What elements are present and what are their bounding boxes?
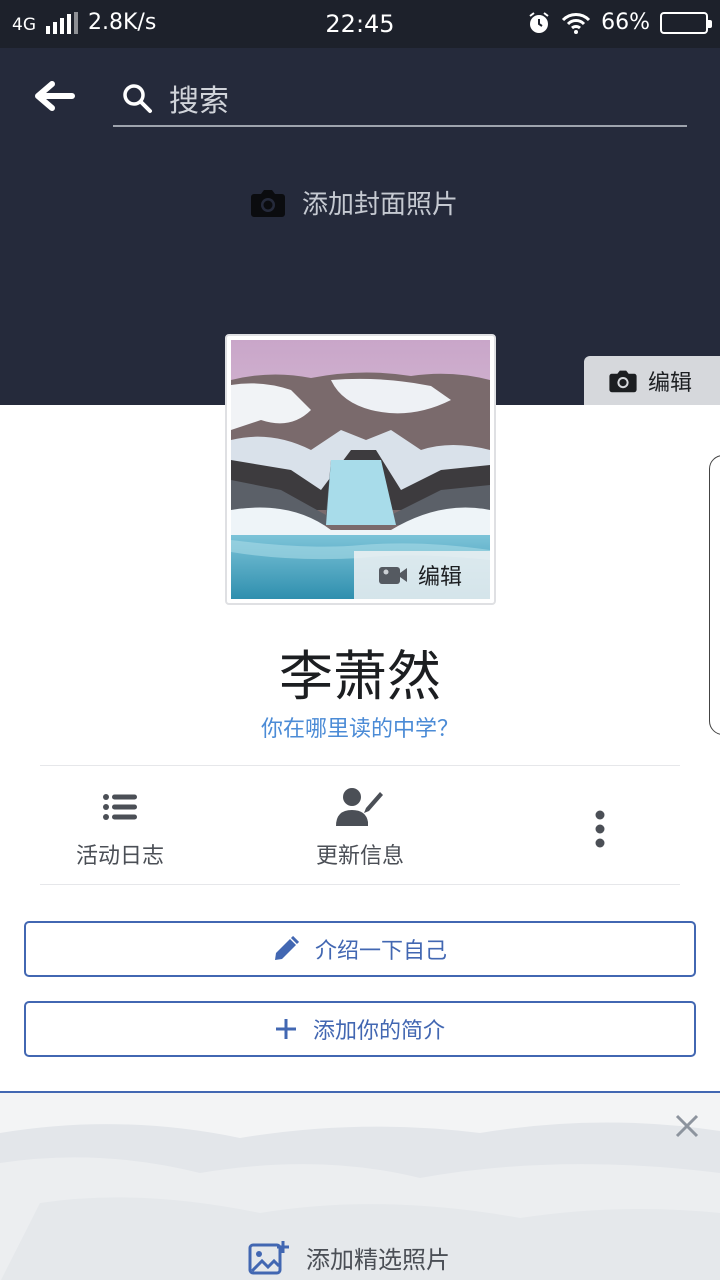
add-cover-photo-button[interactable]: 添加封面照片	[250, 184, 458, 221]
update-info-label: 更新信息	[315, 844, 404, 869]
add-cover-label: 添加封面照片	[302, 190, 459, 220]
add-featured-photos-button[interactable]: 添加精选照片	[248, 1239, 450, 1275]
edit-cover-button[interactable]: 编辑	[584, 356, 720, 405]
more-options-button[interactable]	[480, 766, 720, 884]
activity-log-button[interactable]: 活动日志	[0, 766, 240, 884]
search-bar[interactable]: 搜索	[113, 70, 687, 127]
add-bio-button[interactable]: 添加你的简介	[24, 1001, 696, 1057]
profile-actions: 活动日志 更新信息	[0, 766, 720, 884]
status-bar: 4G 2.8K/s 22:45 66%	[0, 0, 720, 48]
back-arrow-icon[interactable]	[32, 78, 78, 114]
profile-photo-image: 编辑	[231, 340, 490, 599]
add-photo-icon	[248, 1241, 289, 1275]
introduce-yourself-button[interactable]: 介绍一下自己	[24, 921, 696, 977]
camera-icon	[609, 370, 637, 392]
profile-picture[interactable]: 编辑	[225, 334, 496, 605]
profile-name: 李萧然	[279, 645, 441, 708]
more-vertical-icon	[595, 810, 605, 848]
search-input[interactable]: 搜索	[169, 76, 229, 120]
pencil-icon	[274, 936, 299, 960]
introduce-label: 介绍一下自己	[314, 939, 447, 964]
add-school-link[interactable]: 你在哪里读的中学？	[0, 711, 720, 743]
person-edit-icon	[336, 788, 383, 826]
update-info-button[interactable]: 更新信息	[240, 766, 480, 884]
battery-percent: 66%	[601, 10, 650, 35]
add-featured-label: 添加精选照片	[306, 1245, 450, 1274]
close-icon[interactable]	[674, 1113, 700, 1139]
activity-log-label: 活动日志	[75, 844, 164, 869]
edit-profile-photo-button[interactable]: 编辑	[354, 551, 490, 599]
alarm-icon	[529, 11, 549, 33]
list-icon	[103, 794, 137, 820]
battery-icon	[660, 11, 712, 34]
wifi-icon	[562, 12, 591, 34]
search-icon	[123, 84, 152, 113]
featured-photos-card: 添加精选照片	[0, 1091, 720, 1280]
divider	[40, 884, 680, 885]
video-camera-icon	[379, 567, 407, 584]
edit-photo-label: 编辑	[418, 565, 463, 590]
camera-icon	[251, 189, 285, 217]
add-bio-label: 添加你的简介	[312, 1019, 445, 1044]
edit-cover-label: 编辑	[648, 370, 693, 396]
plus-icon	[275, 1019, 296, 1039]
